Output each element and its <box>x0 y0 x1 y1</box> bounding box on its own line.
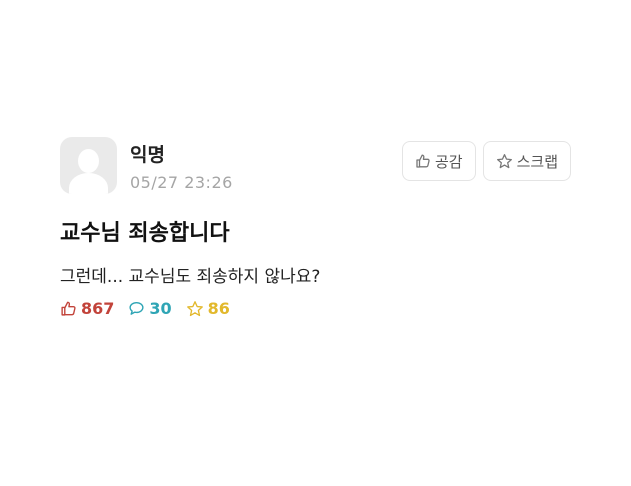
like-button-label: 공감 <box>434 152 463 171</box>
post-stats: 867 30 86 <box>60 299 575 318</box>
scrap-button[interactable]: 스크랩 <box>482 141 571 181</box>
scrap-button-label: 스크랩 <box>516 152 558 171</box>
scrap-count-stat: 86 <box>186 299 230 318</box>
comment-count: 30 <box>149 299 172 318</box>
post-card: 익명 05/27 23:26 공감 스크랩 교수님 죄송합니다 그런데... 교… <box>60 135 575 318</box>
post-title: 교수님 죄송합니다 <box>60 221 230 246</box>
scrap-count: 86 <box>207 299 230 318</box>
avatar <box>60 137 117 194</box>
author-name: 익명 <box>130 144 165 166</box>
like-count-stat: 867 <box>60 299 114 318</box>
thumbs-up-icon <box>415 153 431 169</box>
comment-count-stat: 30 <box>128 299 172 318</box>
avatar-head <box>78 149 99 173</box>
like-button[interactable]: 공감 <box>401 141 476 181</box>
avatar-body <box>69 173 108 194</box>
like-count: 867 <box>81 299 115 318</box>
star-icon <box>496 153 513 170</box>
post-header: 익명 05/27 23:26 공감 스크랩 <box>60 135 575 199</box>
thumbs-up-icon <box>60 300 77 317</box>
post-timestamp: 05/27 23:26 <box>130 173 233 192</box>
speech-bubble-icon <box>128 300 145 317</box>
post-actions: 공감 스크랩 <box>401 141 571 181</box>
post-content: 그런데... 교수님도 죄송하지 않나요? <box>60 267 321 287</box>
star-icon <box>186 300 204 318</box>
